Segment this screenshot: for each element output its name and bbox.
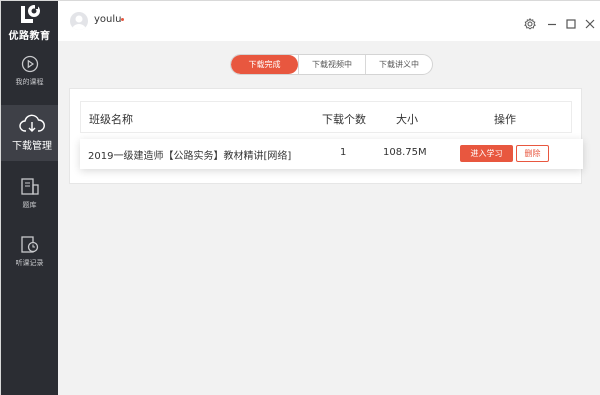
brand-name: 优路教育 bbox=[8, 31, 51, 42]
history-clock-icon bbox=[20, 236, 40, 254]
sidebar-item-label: 下载管理 bbox=[12, 141, 52, 152]
sidebar-item-history[interactable]: 听课记录 bbox=[1, 236, 58, 276]
sidebar: 优路教育 我的课程 下载管理 题库 听课记录 bbox=[1, 1, 63, 395]
sidebar-item-label: 听课记录 bbox=[15, 259, 44, 267]
sidebar-item-my-courses[interactable]: 我的课程 bbox=[1, 55, 58, 95]
sidebar-item-label: 题库 bbox=[22, 201, 37, 209]
logo-icon bbox=[17, 4, 43, 26]
username[interactable]: youlu bbox=[94, 14, 122, 25]
maximize-icon[interactable] bbox=[565, 15, 577, 34]
brand-logo: 优路教育 bbox=[1, 1, 58, 43]
column-header-size: 大小 bbox=[396, 113, 418, 126]
tab-downloading-notes[interactable]: 下载讲义中 bbox=[365, 55, 432, 74]
download-table-panel: 班级名称 下载个数 大小 操作 2019一级建造师【公路实务】教材精讲[网络] … bbox=[69, 88, 583, 184]
main-content: 下载完成 下载视频中 下载讲义中 班级名称 下载个数 大小 操作 2019一级建… bbox=[58, 41, 600, 395]
table-row: 2019一级建造师【公路实务】教材精讲[网络] 1 108.75M 进入学习 删… bbox=[80, 139, 583, 169]
download-tabs: 下载完成 下载视频中 下载讲义中 bbox=[230, 54, 433, 75]
tab-download-complete[interactable]: 下载完成 bbox=[231, 55, 298, 74]
course-name: 2019一级建造师【公路实务】教材精讲[网络] bbox=[88, 151, 292, 162]
download-count: 1 bbox=[340, 147, 347, 158]
enter-study-button[interactable]: 进入学习 bbox=[460, 145, 513, 162]
column-header-name: 班级名称 bbox=[89, 113, 133, 126]
column-header-operation: 操作 bbox=[494, 113, 516, 126]
question-bank-icon bbox=[20, 178, 40, 196]
table-header: 班级名称 下载个数 大小 操作 bbox=[80, 101, 572, 133]
gear-icon[interactable] bbox=[524, 15, 536, 34]
tab-downloading-video[interactable]: 下载视频中 bbox=[298, 55, 365, 74]
close-icon[interactable] bbox=[584, 15, 596, 34]
avatar[interactable] bbox=[70, 12, 88, 30]
column-header-count: 下载个数 bbox=[322, 113, 366, 126]
cloud-download-icon bbox=[19, 114, 45, 134]
header-bar: youlu bbox=[58, 1, 600, 41]
sidebar-item-question-bank[interactable]: 题库 bbox=[1, 178, 58, 218]
sidebar-item-download-manager[interactable]: 下载管理 bbox=[1, 105, 63, 161]
status-dot bbox=[121, 18, 124, 21]
sidebar-item-label: 我的课程 bbox=[15, 78, 44, 86]
minimize-icon[interactable] bbox=[546, 15, 558, 34]
file-size: 108.75M bbox=[383, 147, 427, 158]
play-circle-icon bbox=[21, 55, 39, 73]
app-window: 优路教育 我的课程 下载管理 题库 听课记录 youlu 下载完成 下载视频中 … bbox=[0, 0, 600, 395]
delete-button[interactable]: 删除 bbox=[516, 145, 549, 162]
